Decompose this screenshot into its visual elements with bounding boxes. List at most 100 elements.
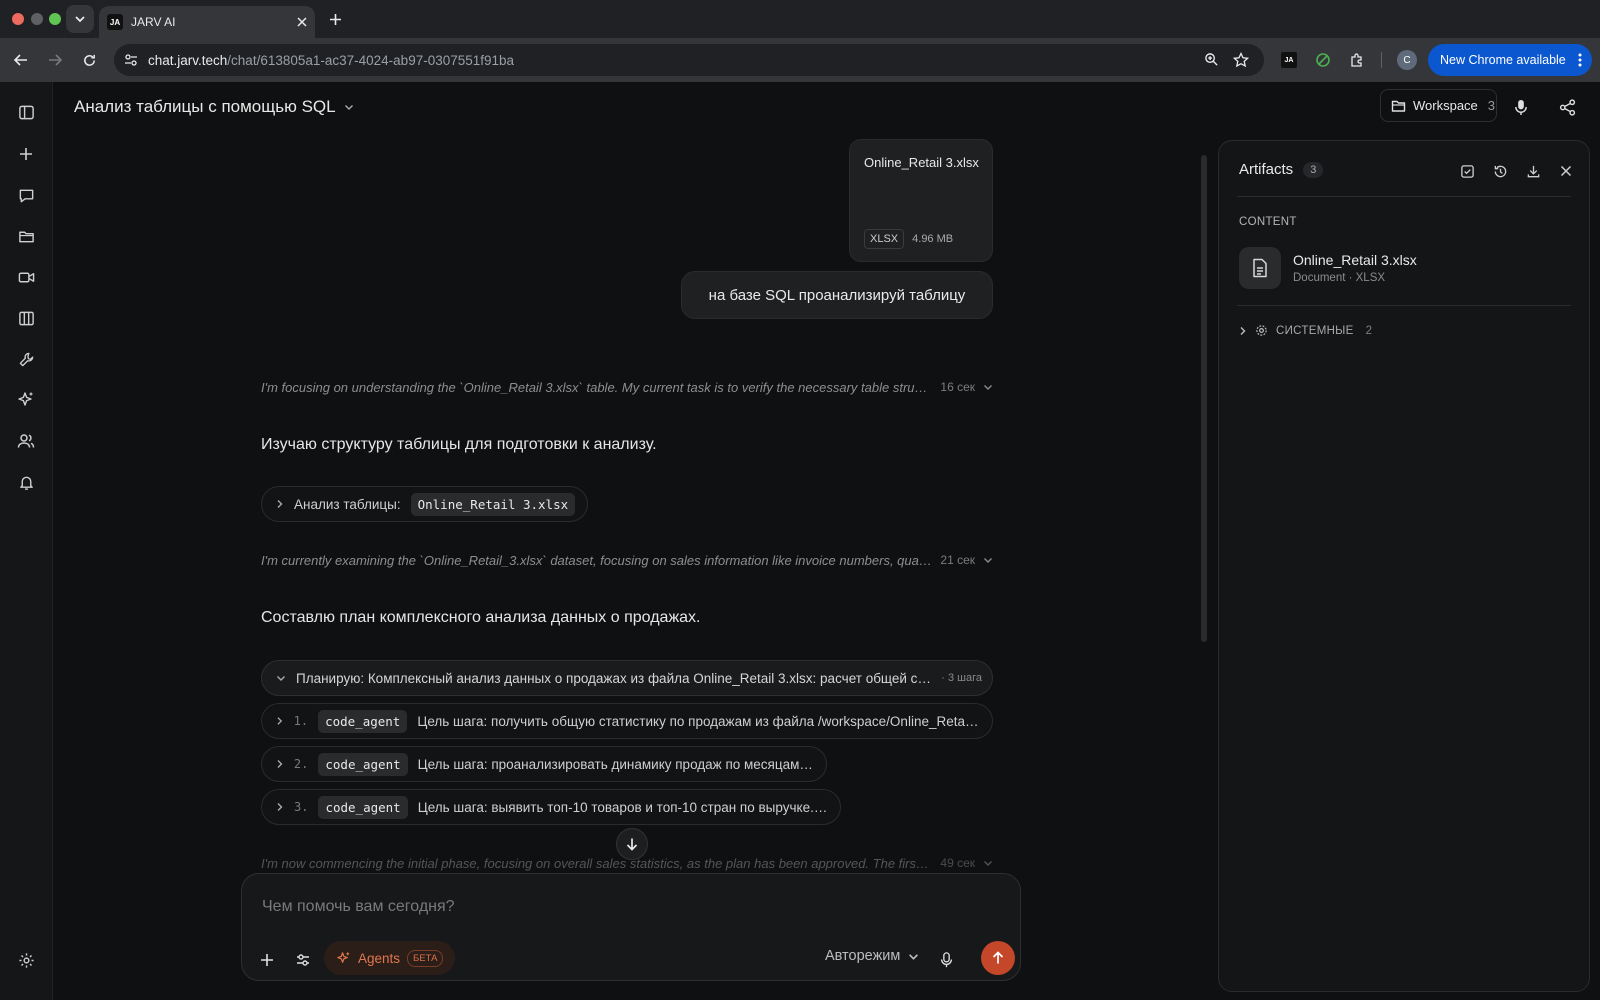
- browser-toolbar: chat.jarv.tech/chat/613805a1-ac37-4024-a…: [0, 38, 1600, 82]
- arrow-down-icon: [626, 838, 638, 851]
- chat-scrollbar[interactable]: [1201, 155, 1207, 642]
- chrome-update-button[interactable]: New Chrome available: [1428, 44, 1592, 76]
- profile-button[interactable]: C: [1397, 50, 1417, 70]
- divider: [1237, 196, 1571, 197]
- mode-select[interactable]: Авторежим: [825, 948, 919, 964]
- message-composer[interactable]: Чем помочь вам сегодня? Agents БЕТА Авто…: [241, 873, 1021, 981]
- step-text: Цель шага: проанализировать динамику про…: [417, 756, 814, 772]
- attachment-card[interactable]: Online_Retail 3.xlsx XLSX 4.96 MB: [849, 139, 993, 262]
- system-section-label: СИСТЕМНЫЕ: [1276, 324, 1354, 337]
- gear-icon: [18, 952, 34, 968]
- new-tab-button[interactable]: [325, 9, 345, 29]
- system-section-toggle[interactable]: СИСТЕМНЫЕ 2: [1239, 324, 1372, 337]
- folder-open-icon: [1391, 100, 1406, 112]
- tool-call-label: Анализ таблицы:: [294, 496, 401, 512]
- attachment-name: Online_Retail 3.xlsx: [864, 155, 979, 170]
- download-icon: [1527, 165, 1539, 177]
- minimize-window-button[interactable]: [31, 13, 43, 25]
- send-button[interactable]: [981, 941, 1015, 975]
- reload-icon: [83, 54, 95, 66]
- chat-title-dropdown[interactable]: Анализ таблицы с помощью SQL: [74, 97, 354, 117]
- users-button[interactable]: [16, 431, 36, 451]
- chats-button[interactable]: [16, 185, 36, 205]
- chevron-right-icon: [277, 500, 283, 508]
- url-path: /chat/613805a1-ac37-4024-ab97-0307551f91…: [227, 52, 515, 68]
- tools-button[interactable]: [16, 349, 36, 369]
- folder-icon: [18, 231, 34, 242]
- step-text: Цель шага: выявить топ-10 товаров и топ-…: [417, 799, 828, 815]
- file-text-icon: [1253, 258, 1267, 278]
- artifacts-panel: Artifacts 3 CONTENT Online_Retail 3.xlsx…: [1218, 140, 1590, 992]
- agents-toggle[interactable]: Agents БЕТА: [324, 941, 456, 975]
- arrow-up-icon: [992, 951, 1004, 964]
- plan-title: Планирую: Комплексный анализ данных о пр…: [296, 670, 932, 686]
- thought-summary-1[interactable]: I'm focusing on understanding the `Onlin…: [261, 377, 993, 397]
- page-title: Анализ таблицы с помощью SQL: [74, 97, 336, 116]
- plan-header[interactable]: Планирую: Комплексный анализ данных о пр…: [261, 660, 993, 696]
- jarv-extension-button[interactable]: JA: [1279, 50, 1299, 70]
- zoom-window-button[interactable]: [49, 13, 61, 25]
- sparkle-icon: [337, 951, 350, 963]
- scroll-to-bottom-button[interactable]: [616, 828, 648, 860]
- notifications-button[interactable]: [16, 472, 36, 492]
- address-bar[interactable]: chat.jarv.tech/chat/613805a1-ac37-4024-a…: [114, 44, 1264, 76]
- history-button[interactable]: [1491, 162, 1509, 180]
- chevron-right-icon: [277, 760, 283, 768]
- settings-button[interactable]: [16, 950, 36, 970]
- folders-button[interactable]: [16, 226, 36, 246]
- thought-text: I'm currently examining the `Online_Reta…: [261, 552, 933, 568]
- close-tab-icon[interactable]: [297, 17, 307, 27]
- select-artifacts-button[interactable]: [1458, 162, 1476, 180]
- plus-icon: [329, 13, 341, 25]
- divider: [1237, 305, 1571, 306]
- tool-call-pill[interactable]: Анализ таблицы: Online_Retail 3.xlsx: [261, 486, 589, 522]
- download-button[interactable]: [1524, 162, 1542, 180]
- video-button[interactable]: [16, 267, 36, 287]
- thought-summary-2[interactable]: I'm currently examining the `Online_Reta…: [261, 550, 993, 570]
- toggle-sidebar-button[interactable]: [16, 102, 36, 122]
- avatar: C: [1397, 50, 1417, 70]
- workspace-count: 3: [1487, 98, 1496, 113]
- zoom-icon[interactable]: [1204, 52, 1219, 67]
- browser-tab[interactable]: JA JARV AI: [99, 6, 315, 38]
- artifact-document[interactable]: Online_Retail 3.xlsx Document · XLSX: [1239, 247, 1417, 289]
- step-number: 2.: [293, 757, 309, 771]
- step-agent: code_agent: [318, 752, 408, 776]
- ai-button[interactable]: [16, 390, 36, 410]
- forward-button[interactable]: [45, 50, 65, 70]
- site-info-icon[interactable]: [124, 53, 138, 67]
- chevron-down-icon: [75, 16, 85, 23]
- columns-button[interactable]: [16, 308, 36, 328]
- composer-input[interactable]: Чем помочь вам сегодня?: [262, 898, 455, 916]
- reload-button[interactable]: [79, 50, 99, 70]
- voice-button[interactable]: [1511, 97, 1531, 117]
- plan-step[interactable]: 1. code_agent Цель шага: получить общую …: [261, 703, 993, 739]
- attachment-type-badge: XLSX: [864, 229, 905, 249]
- close-panel-button[interactable]: [1557, 162, 1575, 180]
- shield-icon: [1316, 53, 1330, 67]
- artifacts-heading: Artifacts: [1239, 161, 1294, 178]
- history-icon: [1494, 165, 1506, 177]
- close-window-button[interactable]: [12, 13, 24, 25]
- composer-voice-button[interactable]: [936, 950, 956, 970]
- extensions-button[interactable]: [1347, 50, 1367, 70]
- chevron-down-icon: [277, 676, 285, 681]
- tab-search-button[interactable]: [66, 5, 94, 33]
- url-text: chat.jarv.tech/chat/613805a1-ac37-4024-a…: [148, 53, 514, 68]
- attach-button[interactable]: [257, 950, 277, 970]
- shield-extension-button[interactable]: [1313, 50, 1333, 70]
- chevron-right-icon: [277, 803, 283, 811]
- share-button[interactable]: [1557, 97, 1577, 117]
- thought-text: I'm focusing on understanding the `Onlin…: [261, 379, 932, 395]
- back-button[interactable]: [11, 50, 31, 70]
- step-agent: code_agent: [318, 795, 408, 819]
- new-chat-button[interactable]: [16, 144, 36, 164]
- chevron-right-icon: [277, 717, 283, 725]
- plan-step[interactable]: 2. code_agent Цель шага: проанализироват…: [261, 746, 827, 782]
- composer-settings-button[interactable]: [293, 950, 313, 970]
- bookmark-star-icon[interactable]: [1233, 52, 1249, 68]
- workspace-button[interactable]: Workspace 3: [1380, 89, 1497, 122]
- chevron-right-icon: [1240, 326, 1246, 335]
- plan-step[interactable]: 3. code_agent Цель шага: выявить топ-10 …: [261, 789, 841, 825]
- step-agent: code_agent: [318, 709, 408, 733]
